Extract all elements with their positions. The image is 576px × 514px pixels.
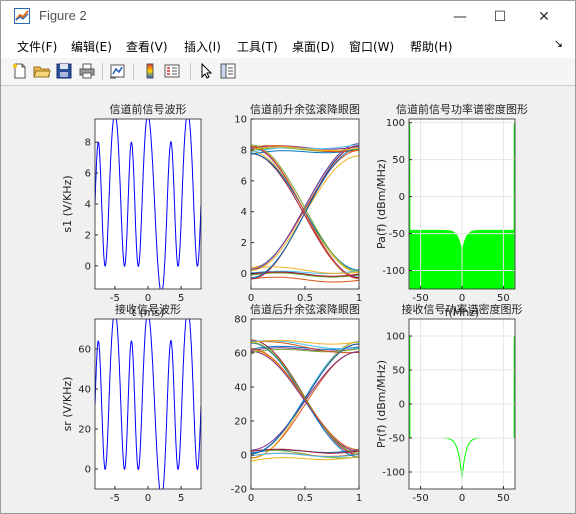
y-tick-label: 0: [399, 192, 405, 203]
y-tick-label: 40: [78, 385, 91, 396]
y-axis-label: sr (V/KHz): [61, 377, 74, 432]
menu-help[interactable]: 帮助(H): [410, 38, 452, 55]
chart-title: 信道后升余弦滚降眼图: [250, 302, 360, 316]
y-tick-label: 4: [241, 207, 247, 218]
menu-dock-arrow-icon[interactable]: ↘: [554, 37, 563, 50]
colorbar-icon[interactable]: [141, 62, 159, 80]
chart-title: 接收信号功率谱密度图形: [402, 302, 523, 316]
y-tick-label: -20: [231, 485, 247, 496]
y-tick-label: 8: [241, 145, 247, 156]
y-tick-label: 60: [78, 345, 91, 356]
new-figure-icon[interactable]: [11, 62, 29, 80]
x-tick-label: -5: [110, 493, 120, 504]
y-tick-label: 60: [234, 349, 247, 360]
link-plot-icon[interactable]: [109, 62, 127, 80]
chart-title: 接收信号波形: [115, 302, 181, 316]
chart-4: -5050204060接收信号波形t (ms)sr (V/KHz): [61, 302, 202, 514]
chart-title: 信道前信号波形: [110, 102, 187, 116]
y-axis-label: Pa(f) (dBm/MHz): [375, 159, 388, 249]
y-axis-label: s1 (V/KHz): [61, 175, 74, 232]
window-title: Figure 2: [39, 8, 87, 23]
chart-5: 0 0.5 1-20020406080信道后升余弦滚降眼图: [231, 302, 363, 504]
menu-tools[interactable]: 工具(T): [237, 38, 278, 55]
maximize-button[interactable]: ☐: [477, 1, 523, 32]
y-tick-label: 20: [78, 425, 91, 436]
chart-title: 信道前信号功率谱密度图形: [396, 102, 528, 116]
minimize-icon: —: [453, 8, 467, 25]
x-tick-label: 1: [356, 493, 362, 504]
y-tick-label: 100: [386, 118, 405, 129]
menu-file[interactable]: 文件(F): [17, 38, 57, 55]
chart-1: -5 0 502468信道前信号波形t (ms)s1 (V/KHz): [61, 102, 202, 319]
title-bar[interactable]: Figure 2 — ☐ ✕: [1, 1, 575, 32]
y-axis-label: Pr(f) (dBm/MHz): [375, 360, 388, 448]
y-tick-label: -50: [389, 229, 405, 240]
print-icon[interactable]: [78, 62, 96, 80]
x-tick-label: -50: [412, 493, 428, 504]
figure-window: Figure 2 — ☐ ✕ 文件(F) 编辑(E) 查看(V) 插入(I) 工…: [0, 0, 576, 514]
x-tick-label: 0: [145, 493, 151, 504]
menu-bar: 文件(F) 编辑(E) 查看(V) 插入(I) 工具(T) 桌面(D) 窗口(W…: [1, 32, 575, 58]
y-tick-label: 0: [399, 400, 405, 411]
x-tick-label: 0.5: [297, 493, 313, 504]
menu-edit[interactable]: 编辑(E): [71, 38, 112, 55]
x-tick-label: 5: [178, 493, 184, 504]
chart-3: -50 0 50-100-50050100信道前信号功率谱密度图形f(Mhz)Pa(…: [375, 102, 528, 319]
pointer-icon[interactable]: [197, 62, 215, 80]
y-tick-label: 8: [85, 138, 91, 149]
menu-view[interactable]: 查看(V): [126, 38, 168, 55]
legend-icon[interactable]: [163, 62, 181, 80]
matlab-icon: [14, 8, 30, 24]
open-file-icon[interactable]: [33, 62, 51, 80]
close-button[interactable]: ✕: [521, 1, 567, 32]
chart-2: 0 0.5 10246810信道前升余弦滚降眼图: [234, 102, 362, 304]
y-tick-label: 100: [386, 332, 405, 343]
y-tick-label: 6: [241, 176, 247, 187]
y-tick-label: 2: [85, 230, 91, 241]
y-tick-label: -100: [382, 468, 405, 479]
y-tick-label: 50: [392, 366, 405, 377]
close-icon: ✕: [538, 8, 550, 25]
y-tick-label: 0: [241, 451, 247, 462]
save-icon[interactable]: [55, 62, 73, 80]
y-tick-label: -100: [382, 266, 405, 277]
y-tick-label: 0: [85, 261, 91, 272]
y-tick-label: 0: [85, 465, 91, 476]
menu-desktop[interactable]: 桌面(D): [292, 38, 335, 55]
y-tick-label: 2: [241, 238, 247, 249]
chart-title: 信道前升余弦滚降眼图: [250, 102, 360, 116]
y-tick-label: 20: [234, 417, 247, 428]
toolbar-separator: [133, 63, 134, 80]
x-tick-label: 0: [248, 493, 254, 504]
property-editor-icon[interactable]: [219, 62, 237, 80]
y-tick-label: 40: [234, 383, 247, 394]
plots-svg: -5 0 502468信道前信号波形t (ms)s1 (V/KHz)0 0.5 1024…: [61, 102, 528, 514]
y-tick-label: -50: [389, 434, 405, 445]
y-tick-label: 80: [234, 315, 247, 326]
menu-window[interactable]: 窗口(W): [349, 38, 394, 55]
y-tick-label: 6: [85, 169, 91, 180]
toolbar-separator: [102, 63, 103, 80]
toolbar: [1, 58, 575, 86]
y-tick-label: 50: [392, 155, 405, 166]
x-tick-label: 0: [459, 493, 465, 504]
y-tick-label: 4: [85, 200, 91, 211]
menu-insert[interactable]: 插入(I): [184, 38, 221, 55]
maximize-icon: ☐: [493, 8, 507, 25]
chart-6: -50050-100-50050100接收信号功率谱密度图形f(Mhz)Pr(f…: [375, 302, 523, 514]
figure-canvas: -5 0 5 0 2 4 6 8 信道前信号波形 t (ms) s1 (V/KHz) 0 0.5 1 0 2 4…: [9, 92, 568, 514]
y-tick-label: 0: [241, 269, 247, 280]
toolbar-separator: [190, 63, 191, 80]
y-tick-label: 10: [234, 115, 247, 126]
x-tick-label: 50: [497, 493, 510, 504]
